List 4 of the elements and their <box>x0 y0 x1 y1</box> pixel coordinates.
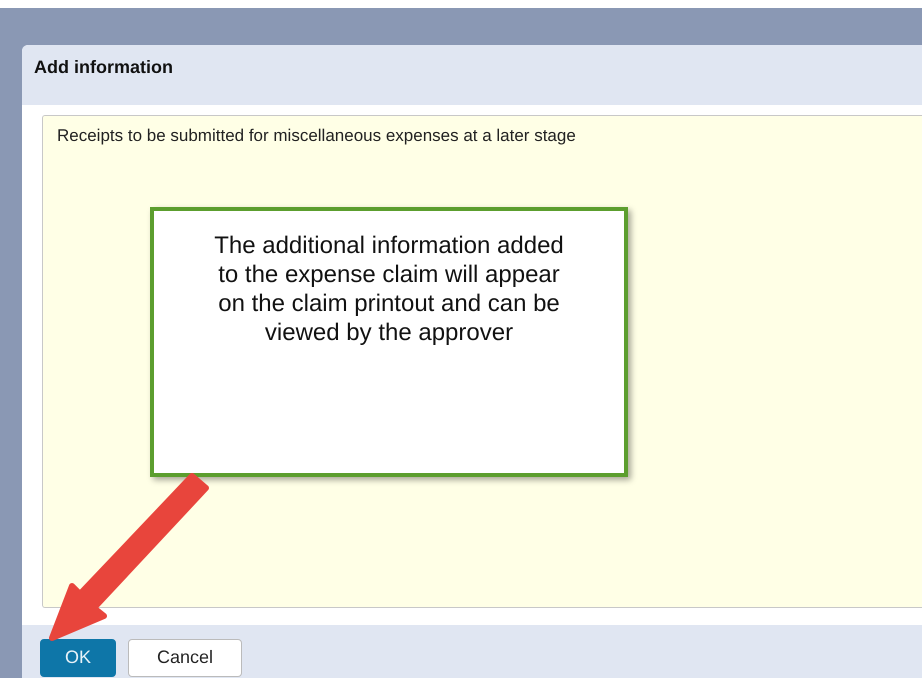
dialog-title: Add information <box>34 57 173 77</box>
callout-note: The additional information added to the expense claim will appear on the claim printout and can be viewed by the approver <box>150 207 628 477</box>
cancel-button[interactable]: Cancel <box>128 638 242 676</box>
ok-button[interactable]: OK <box>40 638 116 676</box>
